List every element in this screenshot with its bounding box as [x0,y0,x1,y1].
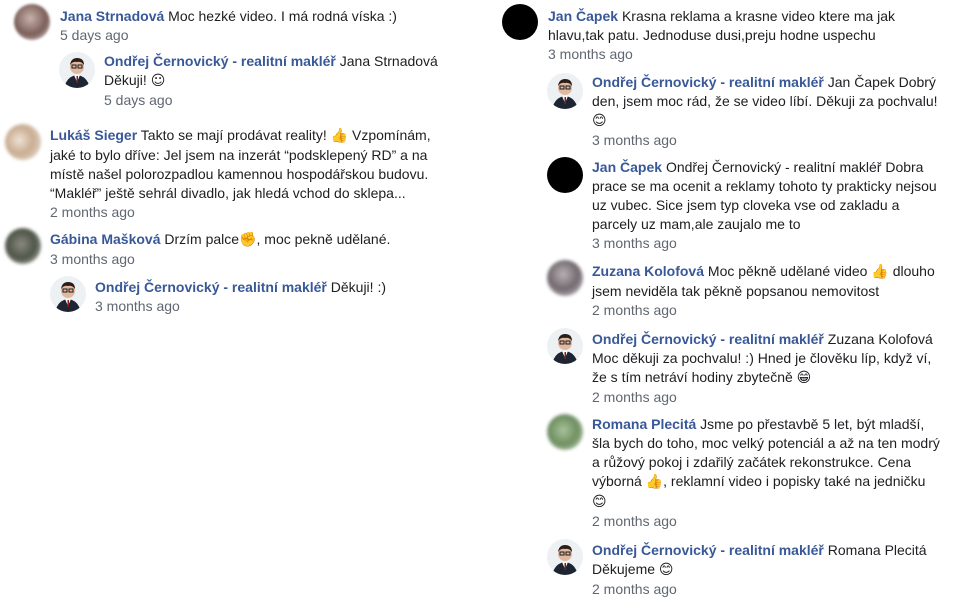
comment-body: Ondřej Černovický - realitní makléř Děku… [95,278,475,316]
comment-text: Děkuji! [104,72,147,88]
comment-text: dlouho [892,263,935,279]
avatar[interactable] [59,52,95,88]
comment-author[interactable]: Ondřej Černovický - realitní makléř [95,279,327,295]
avatar[interactable] [547,260,583,296]
comment-body: Ondřej Černovický - realitní makléř Jana… [104,52,484,110]
comment-text: jaké to bylo dříve: Jel jsem na inzerát … [50,147,428,163]
comment-text: výborná [592,473,642,489]
comment-time[interactable]: 3 months ago [592,132,677,148]
comment-time[interactable]: 3 months ago [592,235,677,251]
comment-body: Jan Čapek Ondřej Černovický - realitní m… [592,158,980,253]
left-comments-panel: Jana Strnadová Moc hezké video. I má rod… [0,0,486,330]
comment-text: místě našel polorozpadlou kamennou hospo… [50,166,429,182]
avatar[interactable] [50,276,86,312]
comment-time[interactable]: 2 months ago [592,581,677,597]
avatar[interactable] [5,124,41,160]
agent-portrait-icon [59,52,95,88]
agent-portrait-icon [547,539,583,575]
comment-body: Romana Plecitá Jsme po přestavbě 5 let, … [592,415,980,531]
comment-author[interactable]: Jan Čapek [548,8,618,24]
avatar[interactable] [547,328,583,364]
avatar[interactable] [547,73,583,109]
right-comments-panel: Jan Čapek Krasna reklama a krasne video … [486,0,980,614]
comment-text: jsem neviděla tak pěkně popsanou nemovit… [592,283,880,299]
comment-time[interactable]: 3 months ago [50,251,135,267]
comment-time[interactable]: 3 months ago [95,298,180,314]
comment-time[interactable]: 5 days ago [104,92,173,108]
comment-mention[interactable]: Zuzana Kolofová [828,331,933,347]
comment-author[interactable]: Jana Strnadová [60,8,164,24]
comment-body: Jan Čapek Krasna reklama a krasne video … [548,7,968,64]
agent-portrait-icon [50,276,86,312]
agent-portrait-icon [547,328,583,364]
comment-text: že s tím netráví hodiny zbytečně [592,369,793,385]
comment-text: “Makléř” ještě sehrál divadlo, jak hledá… [50,185,406,201]
comment-author[interactable]: Zuzana Kolofová [592,263,704,279]
comment-text: prace se ma ocenit a reklamy tohoto ty p… [592,178,937,194]
comment-text: , reklamní video i popisky také na jedni… [663,473,926,489]
comment-time[interactable]: 2 months ago [592,513,677,529]
comment-author[interactable]: Ondřej Černovický - realitní makléř [104,53,336,69]
comment-text: Moc hezké video. I má rodná víska :) [168,8,397,24]
thumbs-up-icon: 👍 [330,128,349,144]
comment-text: Děkujeme [592,561,656,577]
avatar[interactable] [5,228,41,264]
avatar[interactable] [547,157,583,193]
comment-body: Ondřej Černovický - realitní makléř Jan … [592,73,980,150]
comment-body: Ondřej Černovický - realitní makléř Roma… [592,541,980,599]
comment-time[interactable]: 2 months ago [50,204,135,220]
comment-text: Jan Čapek Dobrý [827,74,936,90]
comment-text: Krasna reklama a krasne video ktere ma j… [621,8,896,24]
comment-mention[interactable]: Romana Plecitá [828,542,927,558]
comment-body: Lukáš Sieger Takto se mají prodávat real… [50,126,480,222]
agent-portrait-icon [547,73,583,109]
comment-text: den, jsem moc rád, že se video líbí. Děk… [592,93,938,109]
comment-author[interactable]: Lukáš Sieger [50,127,137,143]
comment-text: Vzpomínám, [352,127,431,143]
comment-text: Ondřej Černovický - realitní makléř Dobr… [665,159,924,175]
avatar[interactable] [547,539,583,575]
avatar[interactable] [547,414,583,450]
comment-text: Takto se mají prodávat reality! [140,127,327,143]
comment-time[interactable]: 3 months ago [548,46,633,62]
thumbs-up-icon: 👍 [645,474,664,490]
smiley-icon: 😊 [592,113,607,129]
comment-text: uz vubec. Sice jsem typ cloveka vse od z… [592,197,900,213]
avatar[interactable] [502,4,538,40]
comment-body: Zuzana Kolofová Moc pěkně udělané video … [592,262,980,320]
comment-author[interactable]: Ondřej Černovický - realitní makléř [592,74,824,90]
comment-author[interactable]: Ondřej Černovický - realitní makléř [592,331,824,347]
comment-body: Gábina Mašková Drzím palce✊, moc pekně u… [50,230,480,269]
comment-body: Ondřej Černovický - realitní makléř Zuza… [592,330,980,407]
comment-time[interactable]: 2 months ago [592,389,677,405]
comment-text: , moc pekně udělané. [256,231,391,247]
comment-mention[interactable]: Jana Strnadová [340,53,438,69]
comment-body: Jana Strnadová Moc hezké video. I má rod… [60,7,480,45]
thumbs-up-icon: 👍 [871,264,889,280]
comment-text: Děkuji! :) [330,279,386,295]
comment-text: parcely uz mam,ale zaujalo me to [592,216,801,232]
smiley-icon: 😊 [592,494,607,510]
comment-time[interactable]: 2 months ago [592,302,677,318]
comment-time[interactable]: 5 days ago [60,27,129,43]
fist-icon: ✊ [239,232,257,248]
comment-text: Moc pěkně udělané video [707,263,868,279]
comment-author[interactable]: Ondřej Černovický - realitní makléř [592,542,824,558]
comment-author[interactable]: Jan Čapek [592,159,662,175]
grin-icon: 😁 [796,370,812,386]
comment-author[interactable]: Gábina Mašková [50,231,161,247]
comment-text: Jsme po přestavbě 5 let, být mladší, [700,416,925,432]
comment-text: Moc děkuji za pochvalu! :) Hned je člově… [592,350,932,366]
smile-icon: ☺ [150,73,166,89]
comment-text: šla bych do toho, moc velký potenciál a … [592,435,940,451]
smiley-icon: 😊 [658,562,674,578]
comment-text: Drzím palce [164,231,240,247]
comment-text: hlavu,tak patu. Jednoduse dusi,preju hod… [548,27,876,43]
avatar[interactable] [14,4,50,40]
comment-text: a růžový pokoj i zdařilý začátek rekonst… [592,454,912,470]
comment-author[interactable]: Romana Plecitá [592,416,696,432]
